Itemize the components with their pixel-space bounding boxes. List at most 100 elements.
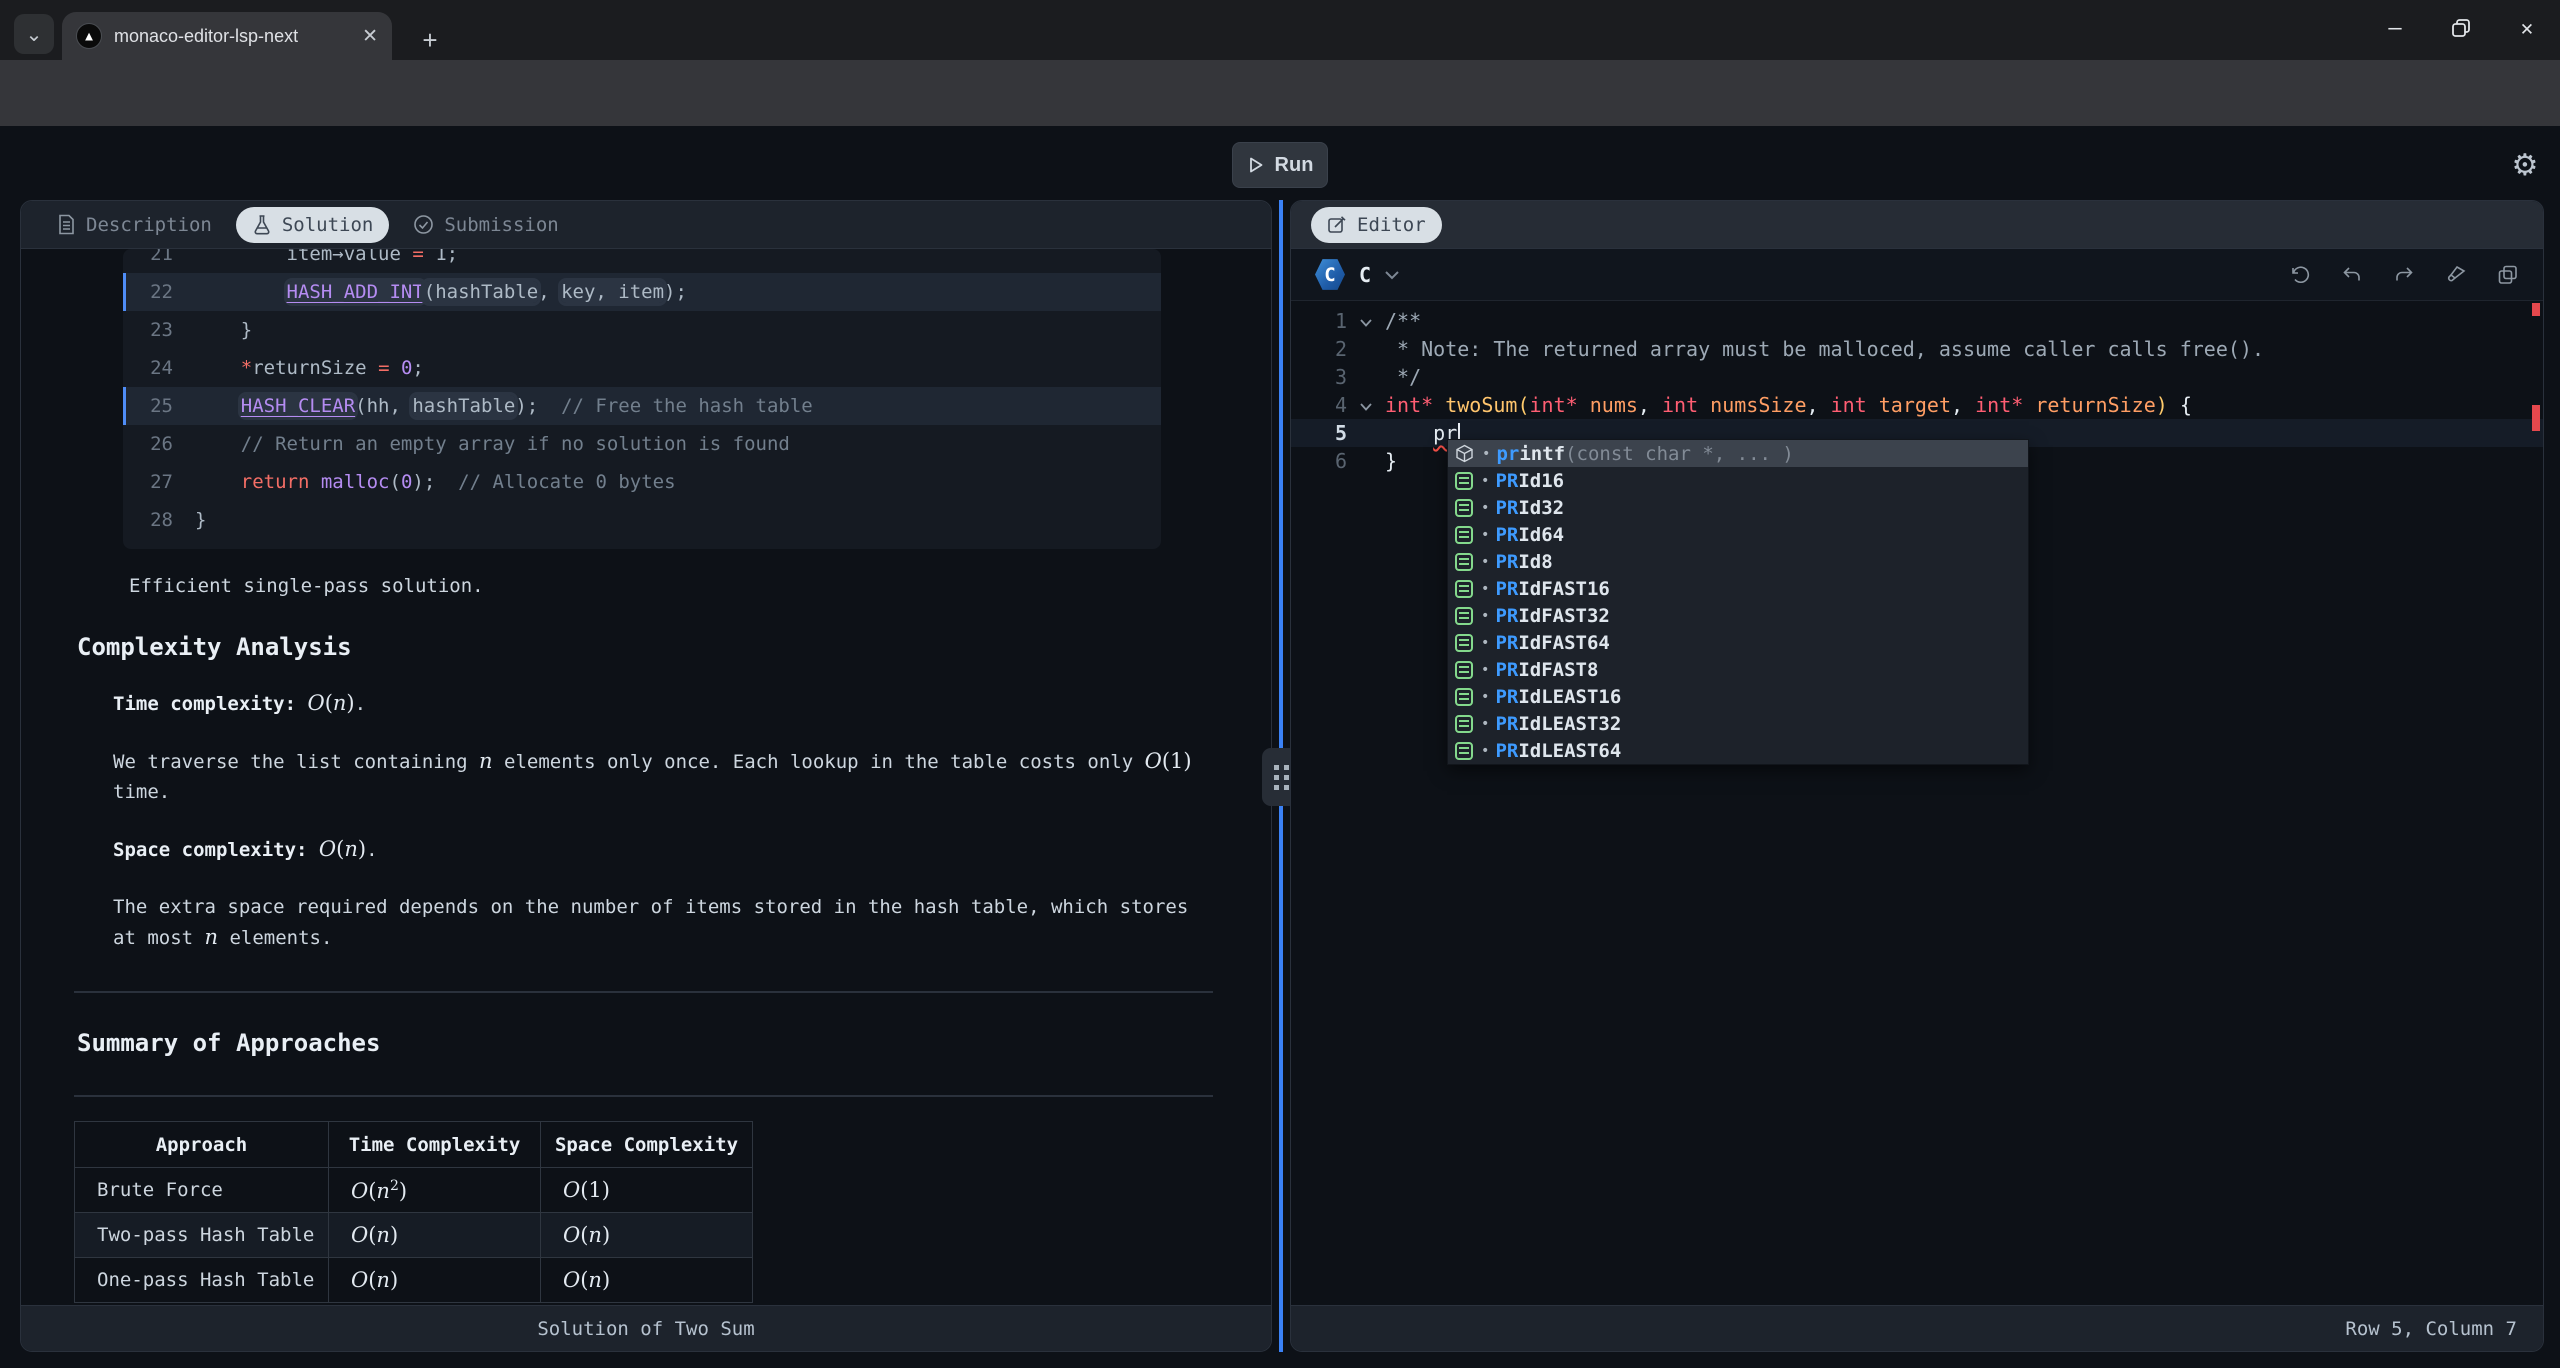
paragraph: Time complexity: O(n). bbox=[113, 688, 1213, 719]
suggest-item[interactable]: •PRIdFAST32 bbox=[1448, 602, 2028, 629]
table-row: Two-pass Hash TableO(n)O(n) bbox=[75, 1213, 753, 1258]
suggest-label: PRIdFAST16 bbox=[1495, 578, 1609, 600]
include-bullet: • bbox=[1481, 743, 1489, 759]
table-row: Brute ForceO(n2)O(1) bbox=[75, 1168, 753, 1213]
suggest-item[interactable]: •PRIdLEAST64 bbox=[1448, 737, 2028, 764]
macro-icon bbox=[1455, 607, 1473, 625]
editor-line[interactable]: 4int* twoSum(int* nums, int numsSize, in… bbox=[1291, 391, 2543, 419]
play-icon bbox=[1247, 156, 1265, 174]
suggest-item[interactable]: •PRId16 bbox=[1448, 467, 2028, 494]
include-bullet: • bbox=[1481, 635, 1489, 651]
suggest-item[interactable]: •PRIdLEAST16 bbox=[1448, 683, 2028, 710]
include-bullet: • bbox=[1481, 527, 1489, 543]
editor-panel-header: Editor bbox=[1291, 201, 2543, 249]
tab-description[interactable]: Description bbox=[41, 207, 228, 243]
include-bullet: • bbox=[1482, 446, 1490, 462]
include-bullet: • bbox=[1481, 581, 1489, 597]
macro-icon bbox=[1455, 715, 1473, 733]
language-label[interactable]: C bbox=[1359, 263, 1371, 287]
solution-code-block: 21 item→value = 1;22 HASH_ADD_INT(hashTa… bbox=[123, 249, 1161, 549]
code-caption: Efficient single-pass solution. bbox=[129, 575, 1271, 597]
fold-chevron-icon[interactable] bbox=[1347, 391, 1385, 419]
overview-error-mark bbox=[2532, 405, 2540, 431]
macro-icon bbox=[1455, 472, 1473, 490]
code-line: 28} bbox=[123, 501, 1161, 539]
code-line: 21 item→value = 1; bbox=[123, 249, 1161, 273]
suggest-item[interactable]: • PRIdLEAST32 bbox=[1448, 710, 2028, 737]
new-tab-button[interactable]: + bbox=[412, 22, 448, 58]
suggest-label: PRIdFAST64 bbox=[1495, 632, 1609, 654]
include-bullet: • bbox=[1481, 662, 1489, 678]
close-tab-icon[interactable]: ✕ bbox=[362, 25, 378, 48]
suggest-item[interactable]: • printf(const char *, ... ) bbox=[1448, 440, 2028, 467]
code-line: 26 // Return an empty array if no soluti… bbox=[123, 425, 1161, 463]
tab-label: Solution bbox=[282, 214, 374, 236]
suggest-label: PRId32 bbox=[1495, 497, 1564, 519]
macro-icon bbox=[1455, 634, 1473, 652]
suggest-item[interactable]: • PRIdFAST64 bbox=[1448, 629, 2028, 656]
line-number: 22 bbox=[123, 273, 195, 311]
tab-submission[interactable]: Submission bbox=[397, 207, 574, 243]
chevron-down-icon[interactable] bbox=[1383, 269, 1401, 281]
favicon-nextjs-icon: ▲ bbox=[76, 23, 102, 49]
overview-error-mark bbox=[2532, 303, 2540, 316]
tab-editor[interactable]: Editor bbox=[1311, 207, 1442, 243]
fold-gutter bbox=[1347, 419, 1385, 447]
table-cell: O(n2) bbox=[329, 1168, 541, 1213]
suggest-label: PRIdLEAST16 bbox=[1495, 686, 1621, 708]
run-button[interactable]: Run bbox=[1232, 142, 1328, 188]
window-restore-button[interactable] bbox=[2428, 0, 2494, 56]
flask-icon bbox=[252, 214, 272, 235]
monaco-editor[interactable]: 1/**2 * Note: The returned array must be… bbox=[1291, 301, 2543, 1305]
editor-line[interactable]: 2 * Note: The returned array must be mal… bbox=[1291, 335, 2543, 363]
suggest-label: PRIdLEAST32 bbox=[1495, 713, 1621, 735]
fold-gutter bbox=[1347, 447, 1385, 475]
tab-solution[interactable]: Solution bbox=[236, 207, 390, 243]
editor-line-number: 4 bbox=[1291, 391, 1347, 419]
include-bullet: • bbox=[1481, 554, 1489, 570]
line-number: 27 bbox=[123, 463, 195, 501]
section-heading: Complexity Analysis bbox=[77, 633, 1271, 661]
solution-panel: Description Solution Submission 21 item→va… bbox=[20, 200, 1272, 1352]
redo-icon[interactable] bbox=[2393, 264, 2415, 286]
editor-line[interactable]: 3 */ bbox=[1291, 363, 2543, 391]
table-cell: O(n) bbox=[329, 1213, 541, 1258]
reset-icon[interactable] bbox=[2289, 264, 2311, 286]
check-circle-icon bbox=[413, 214, 434, 235]
suggest-label: printf(const char *, ... ) bbox=[1496, 443, 1793, 465]
window-minimize-button[interactable]: — bbox=[2362, 0, 2428, 56]
table-header: Space Complexity bbox=[541, 1122, 753, 1168]
include-bullet: • bbox=[1481, 473, 1489, 489]
editor-line[interactable]: 1/** bbox=[1291, 307, 2543, 335]
window-close-button[interactable]: ✕ bbox=[2494, 0, 2560, 56]
editor-panel: Editor C C bbox=[1290, 200, 2544, 1352]
macro-icon bbox=[1455, 580, 1473, 598]
table-cell: Two-pass Hash Table bbox=[75, 1213, 329, 1258]
undo-icon[interactable] bbox=[2341, 264, 2363, 286]
table-cell: Brute Force bbox=[75, 1168, 329, 1213]
suggest-label: PRIdFAST8 bbox=[1495, 659, 1598, 681]
solution-footer: Solution of Two Sum bbox=[21, 1305, 1271, 1351]
line-number: 26 bbox=[123, 425, 195, 463]
table-cell: O(1) bbox=[541, 1168, 753, 1213]
tab-search-chevron-icon[interactable]: ⌄ bbox=[14, 14, 54, 54]
format-brush-icon[interactable] bbox=[2445, 264, 2467, 286]
table-cell: One-pass Hash Table bbox=[75, 1258, 329, 1303]
suggest-item[interactable]: •PRId32 bbox=[1448, 494, 2028, 521]
suggest-item[interactable]: •PRId64 bbox=[1448, 521, 2028, 548]
suggest-label: PRIdFAST32 bbox=[1495, 605, 1609, 627]
browser-tab-title: monaco-editor-lsp-next bbox=[114, 26, 350, 47]
include-bullet: • bbox=[1481, 716, 1489, 732]
run-label: Run bbox=[1275, 154, 1314, 177]
section-divider bbox=[74, 991, 1213, 993]
solution-sections: Efficient single-pass solution. Complexit… bbox=[21, 575, 1271, 1303]
section-divider bbox=[74, 1095, 1213, 1097]
suggest-item[interactable]: • PRIdFAST16 bbox=[1448, 575, 2028, 602]
cursor-position: Row 5, Column 7 bbox=[2345, 1318, 2517, 1340]
suggest-item[interactable]: • PRIdFAST8 bbox=[1448, 656, 2028, 683]
settings-gear-icon[interactable]: ⚙ bbox=[2504, 144, 2546, 186]
fold-chevron-icon[interactable] bbox=[1347, 307, 1385, 335]
copy-icon[interactable] bbox=[2497, 264, 2519, 286]
suggest-item[interactable]: •PRId8 bbox=[1448, 548, 2028, 575]
browser-tab[interactable]: ▲ monaco-editor-lsp-next ✕ bbox=[62, 12, 392, 60]
